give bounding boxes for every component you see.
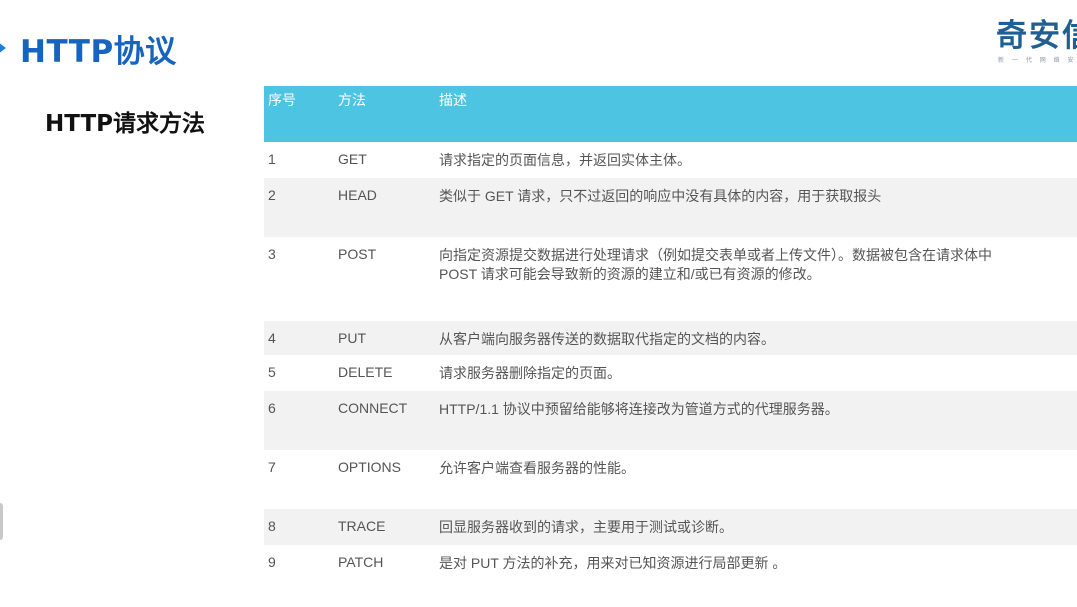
side-handle — [0, 503, 3, 540]
table-row: 4 PUT 从客户端向服务器传送的数据取代指定的文档的内容。 — [264, 321, 1077, 355]
http-methods-table: 序号 方法 描述 1 GET 请求指定的页面信息，并返回实体主体。 2 HEAD… — [264, 86, 1077, 581]
table-row: 5 DELETE 请求服务器删除指定的页面。 — [264, 355, 1077, 391]
row-id: 5 — [264, 355, 334, 391]
description-line: 向指定资源提交数据进行处理请求（例如提交表单或者上传文件）。数据被包含在请求体中 — [439, 247, 992, 263]
row-method: PUT — [334, 321, 435, 355]
row-description: 是对 PUT 方法的补充，用来对已知资源进行局部更新 。 — [435, 545, 1077, 581]
row-method: DELETE — [334, 355, 435, 391]
header-method: 方法 — [334, 86, 435, 142]
row-method: CONNECT — [334, 391, 435, 450]
description-line: 从客户端向服务器传送的数据取代指定的文档的内容。 — [439, 331, 775, 347]
row-method: POST — [334, 237, 435, 321]
table-row: 9 PATCH 是对 PUT 方法的补充，用来对已知资源进行局部更新 。 — [264, 545, 1077, 581]
description-line: 允许客户端查看服务器的性能。 — [439, 460, 635, 476]
row-description: 回显服务器收到的请求，主要用于测试或诊断。 — [435, 509, 1077, 545]
row-method: PATCH — [334, 545, 435, 581]
description-line: 请求服务器删除指定的页面。 — [439, 365, 621, 381]
table-row: 2 HEAD 类似于 GET 请求，只不过返回的响应中没有具体的内容，用于获取报… — [264, 178, 1077, 237]
row-description: 允许客户端查看服务器的性能。 — [435, 450, 1077, 509]
row-description: 从客户端向服务器传送的数据取代指定的文档的内容。 — [435, 321, 1077, 355]
table-row: 8 TRACE 回显服务器收到的请求，主要用于测试或诊断。 — [264, 509, 1077, 545]
table-row: 6 CONNECT HTTP/1.1 协议中预留给能够将连接改为管道方式的代理服… — [264, 391, 1077, 450]
table-row: 3 POST 向指定资源提交数据进行处理请求（例如提交表单或者上传文件）。数据被… — [264, 237, 1077, 321]
row-description: HTTP/1.1 协议中预留给能够将连接改为管道方式的代理服务器。 — [435, 391, 1077, 450]
company-logo: 奇安信 新 一 代 网 络 安 — [996, 18, 1077, 64]
row-id: 6 — [264, 391, 334, 450]
row-id: 7 — [264, 450, 334, 509]
row-method: HEAD — [334, 178, 435, 237]
logo-tagline: 新 一 代 网 络 安 — [998, 57, 1077, 64]
header-description: 描述 — [435, 86, 1077, 142]
row-method: GET — [334, 142, 435, 178]
row-id: 1 — [264, 142, 334, 178]
section-heading: HTTP请求方法 — [45, 111, 206, 137]
logo-text: 奇安信 — [996, 18, 1077, 54]
row-description: 类似于 GET 请求，只不过返回的响应中没有具体的内容，用于获取报头 — [435, 178, 1077, 237]
row-method: TRACE — [334, 509, 435, 545]
description-line: 回显服务器收到的请求，主要用于测试或诊断。 — [439, 519, 733, 535]
description-line: POST 请求可能会导致新的资源的建立和/或已有资源的修改。 — [439, 266, 821, 282]
row-description: 请求服务器删除指定的页面。 — [435, 355, 1077, 391]
description-line: 是对 PUT 方法的补充，用来对已知资源进行局部更新 。 — [439, 555, 787, 571]
description-line: 请求指定的页面信息，并返回实体主体。 — [439, 152, 691, 168]
slide-title: HTTP协议 — [20, 33, 177, 70]
row-description: 向指定资源提交数据进行处理请求（例如提交表单或者上传文件）。数据被包含在请求体中… — [435, 237, 1077, 321]
description-line: HTTP/1.1 协议中预留给能够将连接改为管道方式的代理服务器。 — [439, 401, 839, 417]
row-id: 9 — [264, 545, 334, 581]
description-line: 类似于 GET 请求，只不过返回的响应中没有具体的内容，用于获取报头 — [439, 188, 882, 204]
header-id: 序号 — [264, 86, 334, 142]
table-header-row: 序号 方法 描述 — [264, 86, 1077, 142]
row-id: 4 — [264, 321, 334, 355]
title-arrow-icon — [0, 42, 6, 54]
row-id: 2 — [264, 178, 334, 237]
slide-title-bar: HTTP协议 — [0, 26, 177, 70]
table-row: 1 GET 请求指定的页面信息，并返回实体主体。 — [264, 142, 1077, 178]
row-id: 3 — [264, 237, 334, 321]
table-row: 7 OPTIONS 允许客户端查看服务器的性能。 — [264, 450, 1077, 509]
row-id: 8 — [264, 509, 334, 545]
row-description: 请求指定的页面信息，并返回实体主体。 — [435, 142, 1077, 178]
row-method: OPTIONS — [334, 450, 435, 509]
